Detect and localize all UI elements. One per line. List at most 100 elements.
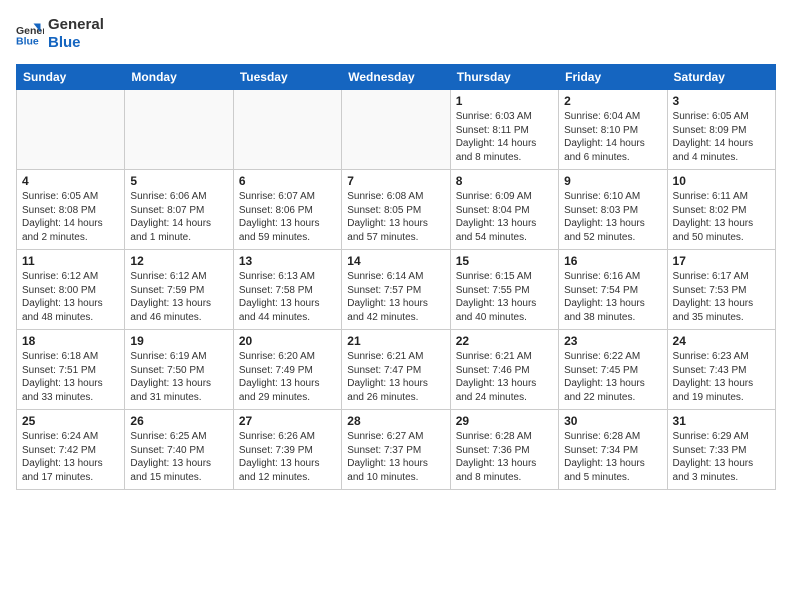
- day-detail: Sunrise: 6:27 AM Sunset: 7:37 PM Dayligh…: [347, 430, 444, 484]
- page-header: General Blue General Blue: [16, 16, 776, 52]
- day-detail: Sunrise: 6:29 AM Sunset: 7:33 PM Dayligh…: [673, 430, 770, 484]
- day-detail: Sunrise: 6:05 AM Sunset: 8:09 PM Dayligh…: [673, 110, 770, 164]
- calendar-cell: 18Sunrise: 6:18 AM Sunset: 7:51 PM Dayli…: [17, 330, 125, 410]
- day-detail: Sunrise: 6:15 AM Sunset: 7:55 PM Dayligh…: [456, 270, 553, 324]
- day-detail: Sunrise: 6:14 AM Sunset: 7:57 PM Dayligh…: [347, 270, 444, 324]
- day-number: 9: [564, 174, 661, 188]
- day-detail: Sunrise: 6:26 AM Sunset: 7:39 PM Dayligh…: [239, 430, 336, 484]
- day-detail: Sunrise: 6:17 AM Sunset: 7:53 PM Dayligh…: [673, 270, 770, 324]
- day-detail: Sunrise: 6:28 AM Sunset: 7:36 PM Dayligh…: [456, 430, 553, 484]
- calendar-cell: 26Sunrise: 6:25 AM Sunset: 7:40 PM Dayli…: [125, 410, 233, 490]
- day-number: 10: [673, 174, 770, 188]
- day-number: 30: [564, 414, 661, 428]
- calendar-week-2: 4 Sunrise: 6:05 AM Sunset: 8:08 PM Daylig…: [17, 170, 776, 250]
- calendar-cell: 9 Sunrise: 6:10 AM Sunset: 8:03 PM Daylig…: [559, 170, 667, 250]
- logo-icon: General Blue: [16, 20, 44, 48]
- day-number: 29: [456, 414, 553, 428]
- day-number: 5: [130, 174, 227, 188]
- day-number: 21: [347, 334, 444, 348]
- calendar-cell: 28 Sunrise: 6:27 AM Sunset: 7:37 PM Dayli…: [342, 410, 450, 490]
- calendar-cell: 20Sunrise: 6:20 AM Sunset: 7:49 PM Dayli…: [233, 330, 341, 410]
- calendar-cell: 30 Sunrise: 6:28 AM Sunset: 7:34 PM Dayli…: [559, 410, 667, 490]
- day-header-wednesday: Wednesday: [342, 65, 450, 90]
- day-number: 7: [347, 174, 444, 188]
- calendar-cell: 7 Sunrise: 6:08 AM Sunset: 8:05 PM Daylig…: [342, 170, 450, 250]
- day-header-tuesday: Tuesday: [233, 65, 341, 90]
- day-detail: Sunrise: 6:04 AM Sunset: 8:10 PM Dayligh…: [564, 110, 661, 164]
- day-number: 3: [673, 94, 770, 108]
- day-number: 22: [456, 334, 553, 348]
- day-number: 8: [456, 174, 553, 188]
- day-detail: Sunrise: 6:20 AM Sunset: 7:49 PM Dayligh…: [239, 350, 336, 404]
- day-number: 16: [564, 254, 661, 268]
- calendar-week-4: 18Sunrise: 6:18 AM Sunset: 7:51 PM Dayli…: [17, 330, 776, 410]
- day-number: 23: [564, 334, 661, 348]
- calendar-cell: 6 Sunrise: 6:07 AM Sunset: 8:06 PM Daylig…: [233, 170, 341, 250]
- day-number: 4: [22, 174, 119, 188]
- day-number: 27: [239, 414, 336, 428]
- calendar-cell: [17, 90, 125, 170]
- day-header-saturday: Saturday: [667, 65, 775, 90]
- day-detail: Sunrise: 6:13 AM Sunset: 7:58 PM Dayligh…: [239, 270, 336, 324]
- day-number: 13: [239, 254, 336, 268]
- calendar-cell: 25 Sunrise: 6:24 AM Sunset: 7:42 PM Dayli…: [17, 410, 125, 490]
- calendar-cell: 15 Sunrise: 6:15 AM Sunset: 7:55 PM Dayli…: [450, 250, 558, 330]
- day-header-monday: Monday: [125, 65, 233, 90]
- calendar-cell: 24 Sunrise: 6:23 AM Sunset: 7:43 PM Dayli…: [667, 330, 775, 410]
- day-detail: Sunrise: 6:12 AM Sunset: 8:00 PM Dayligh…: [22, 270, 119, 324]
- day-detail: Sunrise: 6:22 AM Sunset: 7:45 PM Dayligh…: [564, 350, 661, 404]
- calendar-header-row: SundayMondayTuesdayWednesdayThursdayFrid…: [17, 65, 776, 90]
- calendar-cell: 5 Sunrise: 6:06 AM Sunset: 8:07 PM Daylig…: [125, 170, 233, 250]
- calendar-cell: 29 Sunrise: 6:28 AM Sunset: 7:36 PM Dayli…: [450, 410, 558, 490]
- day-detail: Sunrise: 6:06 AM Sunset: 8:07 PM Dayligh…: [130, 190, 227, 244]
- calendar-cell: 4 Sunrise: 6:05 AM Sunset: 8:08 PM Daylig…: [17, 170, 125, 250]
- calendar-table: SundayMondayTuesdayWednesdayThursdayFrid…: [16, 64, 776, 490]
- calendar-cell: 12 Sunrise: 6:12 AM Sunset: 7:59 PM Dayli…: [125, 250, 233, 330]
- day-detail: Sunrise: 6:24 AM Sunset: 7:42 PM Dayligh…: [22, 430, 119, 484]
- day-detail: Sunrise: 6:28 AM Sunset: 7:34 PM Dayligh…: [564, 430, 661, 484]
- day-detail: Sunrise: 6:03 AM Sunset: 8:11 PM Dayligh…: [456, 110, 553, 164]
- calendar-cell: 3 Sunrise: 6:05 AM Sunset: 8:09 PM Daylig…: [667, 90, 775, 170]
- calendar-week-3: 11Sunrise: 6:12 AM Sunset: 8:00 PM Dayli…: [17, 250, 776, 330]
- day-detail: Sunrise: 6:07 AM Sunset: 8:06 PM Dayligh…: [239, 190, 336, 244]
- calendar-cell: 17 Sunrise: 6:17 AM Sunset: 7:53 PM Dayli…: [667, 250, 775, 330]
- day-detail: Sunrise: 6:23 AM Sunset: 7:43 PM Dayligh…: [673, 350, 770, 404]
- calendar-cell: 2Sunrise: 6:04 AM Sunset: 8:10 PM Daylig…: [559, 90, 667, 170]
- calendar-cell: 21 Sunrise: 6:21 AM Sunset: 7:47 PM Dayli…: [342, 330, 450, 410]
- calendar-cell: 31 Sunrise: 6:29 AM Sunset: 7:33 PM Dayli…: [667, 410, 775, 490]
- day-detail: Sunrise: 6:09 AM Sunset: 8:04 PM Dayligh…: [456, 190, 553, 244]
- day-detail: Sunrise: 6:10 AM Sunset: 8:03 PM Dayligh…: [564, 190, 661, 244]
- day-detail: Sunrise: 6:05 AM Sunset: 8:08 PM Dayligh…: [22, 190, 119, 244]
- day-detail: Sunrise: 6:21 AM Sunset: 7:47 PM Dayligh…: [347, 350, 444, 404]
- calendar-cell: [233, 90, 341, 170]
- day-detail: Sunrise: 6:19 AM Sunset: 7:50 PM Dayligh…: [130, 350, 227, 404]
- calendar-cell: 22 Sunrise: 6:21 AM Sunset: 7:46 PM Dayli…: [450, 330, 558, 410]
- calendar-cell: 16 Sunrise: 6:16 AM Sunset: 7:54 PM Dayli…: [559, 250, 667, 330]
- day-number: 6: [239, 174, 336, 188]
- day-number: 17: [673, 254, 770, 268]
- calendar-cell: 10Sunrise: 6:11 AM Sunset: 8:02 PM Dayli…: [667, 170, 775, 250]
- day-detail: Sunrise: 6:16 AM Sunset: 7:54 PM Dayligh…: [564, 270, 661, 324]
- day-number: 1: [456, 94, 553, 108]
- day-detail: Sunrise: 6:25 AM Sunset: 7:40 PM Dayligh…: [130, 430, 227, 484]
- calendar-week-1: 1 Sunrise: 6:03 AM Sunset: 8:11 PM Daylig…: [17, 90, 776, 170]
- day-number: 14: [347, 254, 444, 268]
- day-header-thursday: Thursday: [450, 65, 558, 90]
- logo-general: General: [48, 16, 104, 34]
- day-number: 31: [673, 414, 770, 428]
- day-number: 25: [22, 414, 119, 428]
- svg-text:Blue: Blue: [16, 36, 39, 48]
- calendar-cell: 13 Sunrise: 6:13 AM Sunset: 7:58 PM Dayli…: [233, 250, 341, 330]
- calendar-cell: 1 Sunrise: 6:03 AM Sunset: 8:11 PM Daylig…: [450, 90, 558, 170]
- calendar-cell: 8 Sunrise: 6:09 AM Sunset: 8:04 PM Daylig…: [450, 170, 558, 250]
- day-number: 15: [456, 254, 553, 268]
- day-number: 24: [673, 334, 770, 348]
- day-header-sunday: Sunday: [17, 65, 125, 90]
- day-number: 28: [347, 414, 444, 428]
- calendar-cell: [342, 90, 450, 170]
- day-number: 12: [130, 254, 227, 268]
- day-detail: Sunrise: 6:12 AM Sunset: 7:59 PM Dayligh…: [130, 270, 227, 324]
- day-detail: Sunrise: 6:21 AM Sunset: 7:46 PM Dayligh…: [456, 350, 553, 404]
- day-detail: Sunrise: 6:08 AM Sunset: 8:05 PM Dayligh…: [347, 190, 444, 244]
- day-number: 18: [22, 334, 119, 348]
